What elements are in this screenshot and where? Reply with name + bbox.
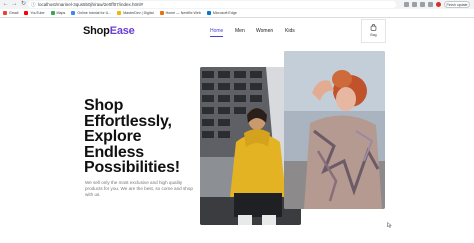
- active-nav-underline: [210, 36, 223, 37]
- youtube-icon: [24, 11, 29, 15]
- edge-icon: [206, 11, 211, 15]
- nav-link-men[interactable]: Men: [235, 28, 245, 34]
- bookmark-item[interactable]: MasterDev | Digital: [117, 11, 154, 15]
- bookmark-label: Online tutorial for U...: [77, 11, 112, 15]
- hero-title-line: Shop: [84, 97, 124, 114]
- logo-main: Shop: [83, 25, 110, 37]
- nav-link-women[interactable]: Women: [256, 28, 273, 34]
- address-bar[interactable]: ⓘ localhost/marinel-3qus5b0jh/raw/2e0ff0…: [28, 1, 396, 8]
- hero-title: Shop Effortlessly, Explore Endless Possi…: [84, 98, 199, 176]
- bookmark-label: Maps: [56, 11, 66, 15]
- hero-description: We sell only the most exclusive and high…: [85, 180, 193, 198]
- logo-accent: Ease: [109, 25, 135, 37]
- bookmark-star-icon[interactable]: [404, 2, 409, 7]
- bookmark-item[interactable]: Gmail: [3, 11, 18, 15]
- bookmark-item[interactable]: Microsoft Edge: [206, 11, 237, 15]
- back-icon[interactable]: ←: [2, 1, 9, 8]
- address-text: localhost/marinel-3qus5b0jh/raw/2e0ff07/…: [38, 2, 143, 7]
- bookmark-item[interactable]: Maps: [50, 11, 66, 15]
- reload-icon[interactable]: ↻: [20, 1, 27, 8]
- bookmark-label: Microsoft Edge: [212, 11, 237, 15]
- hero-title-line: Explore: [84, 128, 142, 145]
- bookmarks-bar: Gmail YouTube Maps Online tutorial for U…: [0, 9, 474, 18]
- update-button-label: Finish update: [446, 3, 468, 7]
- bookmark-label: Home — Nextflix Web: [165, 11, 201, 15]
- hero-title-line: Endless: [84, 143, 144, 161]
- bookmark-label: YouTube: [30, 11, 45, 15]
- bookmark-item[interactable]: Home — Nextflix Web: [159, 11, 201, 15]
- bookmark-label: Gmail: [9, 11, 19, 15]
- profile-avatar[interactable]: [436, 2, 441, 7]
- bookmark-item[interactable]: YouTube: [24, 11, 45, 15]
- extension-icon[interactable]: [412, 2, 417, 7]
- shopping-bag-icon: [370, 24, 377, 31]
- bookmark-item[interactable]: Online tutorial for U...: [71, 11, 111, 15]
- bookmark-favicon-icon: [117, 11, 122, 15]
- update-button[interactable]: Finish update: [444, 1, 470, 8]
- maps-icon: [50, 11, 55, 15]
- hero-title-line: Possibilities!: [84, 159, 180, 176]
- nav-link-home[interactable]: Home: [210, 28, 223, 34]
- cart-label: Bag: [370, 33, 377, 37]
- hero-title-line: Effortlessly,: [84, 112, 172, 130]
- mouse-cursor-icon: [387, 222, 392, 228]
- hero-image-woman: [284, 51, 385, 209]
- bookmark-label: MasterDev | Digital: [123, 11, 154, 15]
- cart-button[interactable]: [361, 19, 386, 43]
- info-icon[interactable]: ⓘ: [31, 1, 36, 8]
- extension-icon[interactable]: [420, 2, 425, 7]
- extension-icon[interactable]: [428, 2, 433, 7]
- bookmark-favicon-icon: [71, 11, 76, 15]
- bookmark-favicon-icon: [159, 11, 164, 15]
- nav-link-kids[interactable]: Kids: [285, 28, 295, 34]
- site-logo[interactable]: ShopEase: [83, 25, 135, 37]
- forward-icon[interactable]: →: [11, 1, 18, 8]
- gmail-icon: [3, 11, 7, 15]
